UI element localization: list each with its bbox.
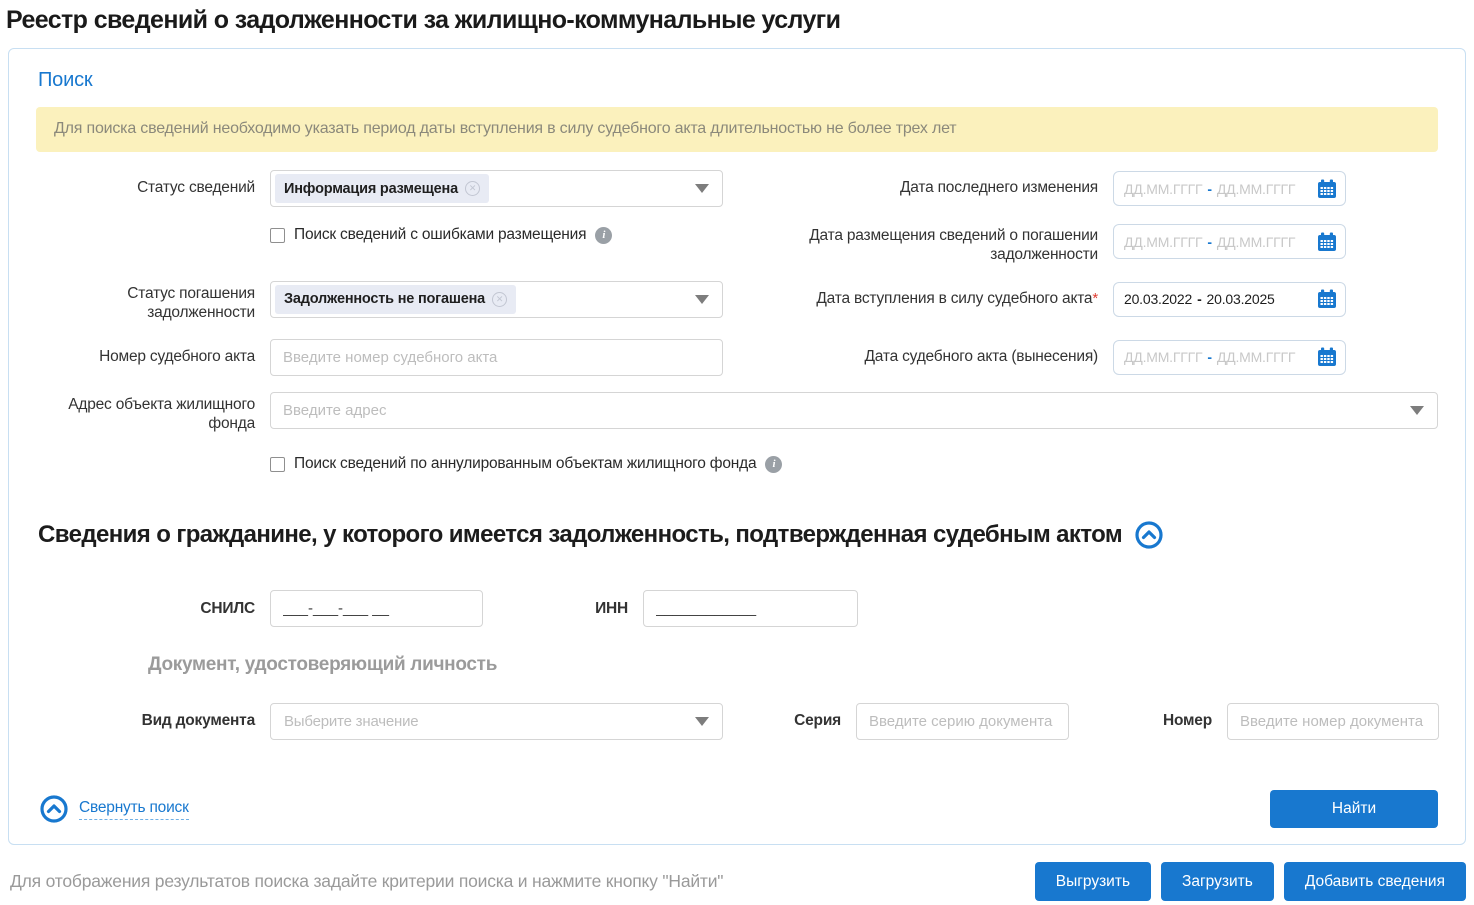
date-from-placeholder: ДД.ММ.ГГГГ [1124,234,1202,250]
date-to-value: 20.03.2025 [1207,291,1275,307]
status-chip-label: Информация размещена [284,181,458,197]
act-number-label: Номер судебного акта [36,339,255,367]
chevron-down-icon[interactable] [695,184,709,193]
errors-checkbox-label: Поиск сведений с ошибками размещения [294,226,586,244]
search-notice-banner: Для поиска сведений необходимо указать п… [36,107,1438,152]
date-effective-label: Дата вступления в силу судебного акта* [738,281,1098,309]
find-button[interactable]: Найти [1270,790,1438,828]
doc-number-label: Номер [1084,703,1212,730]
collapse-section-icon[interactable] [1135,521,1163,549]
act-number-input[interactable] [270,339,723,376]
add-data-button[interactable]: Добавить сведения [1284,862,1466,901]
citizen-section-title: Сведения о гражданине, у которого имеетс… [38,521,1122,549]
doc-series-input[interactable] [856,703,1069,740]
chevron-down-icon[interactable] [695,295,709,304]
address-row: Адрес объекта жилищного фонда [36,392,1438,434]
status-chip[interactable]: Информация размещена ✕ [275,174,489,203]
calendar-icon[interactable] [1317,347,1337,367]
calendar-icon[interactable] [1317,232,1337,252]
annulled-checkbox-label: Поиск сведений по аннулированным объекта… [294,455,756,473]
doc-series-label: Серия [738,703,841,730]
snils-label: СНИЛС [36,600,255,618]
date-last-change-label: Дата последнего изменения [738,170,1098,198]
search-panel: Поиск Для поиска сведений необходимо ука… [8,48,1466,845]
inn-input[interactable] [643,590,858,627]
chevron-up-circle-icon[interactable] [40,795,68,823]
status-select[interactable]: Информация размещена ✕ [270,170,723,207]
page-title: Реестр сведений о задолженности за жилищ… [6,6,1474,35]
snils-input[interactable] [270,590,483,627]
date-effective-input[interactable]: 20.03.2022 - 20.03.2025 [1113,282,1346,317]
citizen-section-header: Сведения о гражданине, у которого имеетс… [38,521,1438,549]
address-select[interactable] [270,392,1438,429]
footer: Для отображения результатов поиска задай… [10,862,1466,901]
address-input[interactable] [271,394,1410,427]
annulled-checkbox-row: Поиск сведений по аннулированным объекта… [270,452,1438,473]
footer-buttons: Выгрузить Загрузить Добавить сведения [1035,862,1466,901]
calendar-icon[interactable] [1317,179,1337,199]
info-icon[interactable]: i [595,227,612,244]
collapse-search-link[interactable]: Свернуть поиск [40,795,189,823]
chevron-down-icon[interactable] [695,717,709,726]
search-form: Статус сведений Информация размещена ✕ Д… [36,170,1438,376]
date-from-value: 20.03.2022 [1124,291,1192,307]
export-button[interactable]: Выгрузить [1035,862,1151,901]
date-to-placeholder: ДД.ММ.ГГГГ [1217,234,1295,250]
date-repayment-label: Дата размещения сведений о погашении зад… [738,223,1098,265]
doc-type-label: Вид документа [36,703,255,730]
calendar-icon[interactable] [1317,289,1337,309]
chip-remove-icon[interactable]: ✕ [492,292,507,307]
snils-inn-row: СНИЛС ИНН [36,590,1438,627]
required-mark: * [1092,290,1098,307]
upload-button[interactable]: Загрузить [1161,862,1274,901]
date-to-placeholder: ДД.ММ.ГГГГ [1217,181,1295,197]
errors-checkbox[interactable] [270,228,285,243]
repayment-status-select[interactable]: Задолженность не погашена ✕ [270,281,723,318]
info-icon[interactable]: i [765,456,782,473]
repayment-status-chip[interactable]: Задолженность не погашена ✕ [275,285,516,314]
annulled-checkbox[interactable] [270,457,285,472]
errors-checkbox-row: Поиск сведений с ошибками размещения i [270,223,723,244]
date-separator: - [1207,181,1211,197]
date-act-input[interactable]: ДД.ММ.ГГГГ - ДД.ММ.ГГГГ [1113,340,1346,375]
identity-document-subheader: Документ, удостоверяющий личность [148,654,1438,676]
chip-remove-icon[interactable]: ✕ [465,181,480,196]
date-to-placeholder: ДД.ММ.ГГГГ [1217,349,1295,365]
date-act-label: Дата судебного акта (вынесения) [738,339,1098,367]
doc-type-placeholder: Выберите значение [284,713,418,730]
date-last-change-input[interactable]: ДД.ММ.ГГГГ - ДД.ММ.ГГГГ [1113,171,1346,206]
inn-label: ИНН [498,600,628,618]
date-separator: - [1207,234,1211,250]
panel-bottom-bar: Свернуть поиск Найти [36,790,1438,828]
address-label: Адрес объекта жилищного фонда [36,392,255,434]
date-repayment-input[interactable]: ДД.ММ.ГГГГ - ДД.ММ.ГГГГ [1113,224,1346,259]
status-label: Статус сведений [36,170,255,198]
repayment-status-chip-label: Задолженность не погашена [284,291,485,307]
doc-number-input[interactable] [1227,703,1439,740]
search-section-title: Поиск [38,69,1438,92]
repayment-status-label: Статус погашения задолженности [36,281,255,323]
chevron-down-icon[interactable] [1410,406,1424,415]
doc-type-select[interactable]: Выберите значение [270,703,723,740]
date-separator: - [1207,349,1211,365]
document-row: Вид документа Выберите значение Серия Но… [36,703,1438,740]
results-hint: Для отображения результатов поиска задай… [10,871,723,892]
date-separator: - [1197,291,1201,307]
date-from-placeholder: ДД.ММ.ГГГГ [1124,181,1202,197]
date-from-placeholder: ДД.ММ.ГГГГ [1124,349,1202,365]
collapse-search-label: Свернуть поиск [79,799,189,820]
